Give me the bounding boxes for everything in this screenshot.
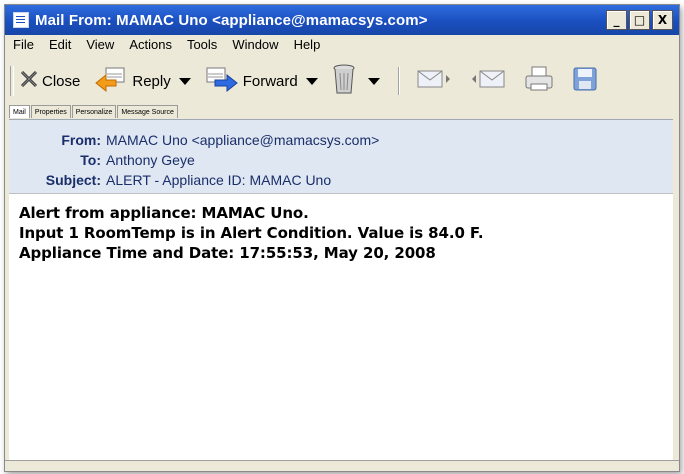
close-button-label: Close (42, 72, 81, 90)
window-title: Mail From: MAMAC Uno <appliance@mamacsys… (35, 11, 428, 29)
menu-actions[interactable]: Actions (129, 37, 172, 52)
message-header: From: MAMAC Uno <appliance@mamacsys.com>… (9, 119, 673, 194)
delete-button[interactable] (332, 63, 380, 99)
mail-window: Mail From: MAMAC Uno <appliance@mamacsys… (4, 4, 680, 472)
forward-button[interactable]: Forward (205, 65, 318, 97)
subject-label: Subject: (45, 172, 101, 188)
delete-dropdown-icon[interactable] (367, 77, 380, 85)
print-icon (524, 66, 554, 96)
next-message-icon (416, 67, 452, 95)
from-label: From: (61, 132, 101, 148)
menu-file[interactable]: File (13, 37, 34, 52)
toolbar-separator (397, 67, 400, 95)
subject-row: Subject: ALERT - Appliance ID: MAMAC Uno (9, 170, 331, 190)
menu-bar: File Edit View Actions Tools Window Help (13, 37, 335, 52)
previous-message-icon (470, 67, 506, 95)
trash-can-icon (332, 63, 356, 99)
mail-app-icon (13, 12, 29, 28)
menu-help[interactable]: Help (294, 37, 321, 52)
tab-mail[interactable]: Mail (9, 105, 30, 118)
reply-dropdown-icon[interactable] (178, 77, 191, 85)
title-bar[interactable]: Mail From: MAMAC Uno <appliance@mamacsys… (5, 5, 679, 35)
body-line: Input 1 RoomTemp is in Alert Condition. … (19, 224, 484, 242)
maximize-button[interactable]: □ (629, 10, 650, 30)
forward-button-label: Forward (242, 72, 298, 90)
close-window-button[interactable]: X (652, 10, 673, 30)
window-controls: _ □ X (606, 10, 673, 30)
toolbar: Close Reply Forward (5, 59, 679, 103)
body-line: Alert from appliance: MAMAC Uno. (19, 204, 309, 222)
save-disk-icon (572, 66, 598, 96)
next-message-button[interactable] (416, 67, 456, 95)
menu-view[interactable]: View (86, 37, 114, 52)
to-value[interactable]: Anthony Geye (106, 152, 195, 168)
reply-arrow-icon (94, 65, 128, 97)
menu-tools[interactable]: Tools (187, 37, 217, 52)
body-line: Appliance Time and Date: 17:55:53, May 2… (19, 244, 436, 262)
status-bar (5, 460, 679, 471)
reply-button[interactable]: Reply (94, 65, 191, 97)
close-x-icon (20, 70, 38, 92)
minimize-button[interactable]: _ (606, 10, 627, 30)
toolbar-grip[interactable] (10, 66, 14, 96)
tab-message-source[interactable]: Message Source (117, 105, 178, 118)
menu-window[interactable]: Window (232, 37, 278, 52)
from-row: From: MAMAC Uno <appliance@mamacsys.com> (9, 130, 379, 150)
forward-dropdown-icon[interactable] (305, 77, 318, 85)
from-value[interactable]: MAMAC Uno <appliance@mamacsys.com> (106, 132, 379, 148)
to-row: To: Anthony Geye (9, 150, 195, 170)
previous-message-button[interactable] (470, 67, 510, 95)
print-button[interactable] (524, 66, 558, 96)
reply-button-label: Reply (132, 72, 171, 90)
tab-properties[interactable]: Properties (30, 105, 71, 118)
tab-personalize[interactable]: Personalize (71, 105, 117, 118)
subject-value: ALERT - Appliance ID: MAMAC Uno (106, 172, 332, 188)
message-body[interactable]: Alert from appliance: MAMAC Uno. Input 1… (9, 193, 673, 460)
to-label: To: (80, 152, 101, 168)
close-button[interactable]: Close (20, 70, 80, 92)
save-button[interactable] (572, 66, 602, 96)
forward-arrow-icon (205, 65, 239, 97)
menu-edit[interactable]: Edit (49, 37, 71, 52)
tab-strip: Mail Properties Personalize Message Sour… (9, 105, 179, 118)
